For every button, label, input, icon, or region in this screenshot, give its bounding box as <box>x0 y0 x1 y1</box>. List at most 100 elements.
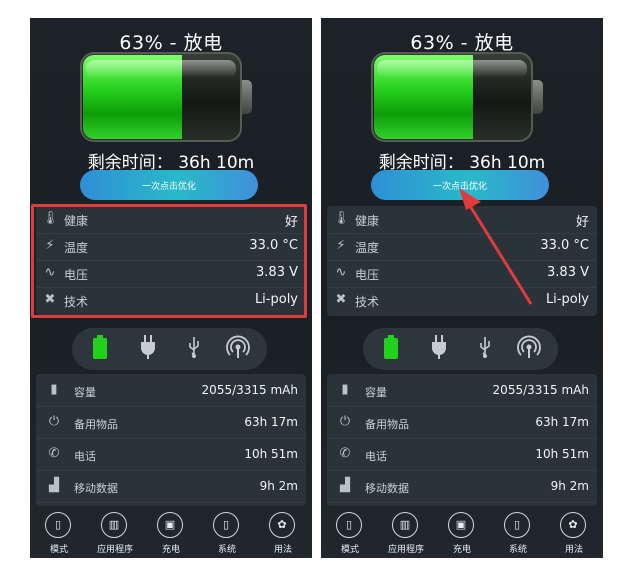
nav-label: 应用程序 <box>96 545 133 555</box>
phone-screen-left: 63% - 放电 剩余时间： 36h 10m 一次点击优化 🌡 健康 好 ⚡ 温… <box>30 18 312 558</box>
stat-value: 10h 51m <box>535 447 589 461</box>
nav-system[interactable]: ▯ 系统 <box>200 512 254 558</box>
phone-icon: ✆ <box>339 446 351 461</box>
phone-screen-right: 63% - 放电 剩余时间： 36h 10m 一次点击优化 🌡 健康 好 ⚡ 温… <box>321 18 603 558</box>
battery-cap <box>242 80 252 114</box>
stat-row-capacity: ▮ 容量 2055/3315 mAh <box>36 374 306 407</box>
stat-row-phone: ✆ 电话 10h 51m <box>327 438 597 471</box>
nav-apps[interactable]: ▥ 应用程序 <box>88 512 142 558</box>
stat-value: 63h 17m <box>535 415 589 429</box>
info-label: 健康 <box>355 214 380 228</box>
mode-icon: ▯ <box>336 512 362 538</box>
stat-row-capacity: ▮ 容量 2055/3315 mAh <box>327 374 597 407</box>
system-icon: ▯ <box>504 512 530 538</box>
nav-label: 应用程序 <box>387 545 424 555</box>
nav-mode[interactable]: ▯ 模式 <box>32 512 86 558</box>
info-value: 33.0 °C <box>540 238 589 253</box>
nav-usage[interactable]: ✿ 用法 <box>547 512 601 558</box>
info-label: 技术 <box>355 295 380 309</box>
phone-icon: ✆ <box>48 446 60 461</box>
battery-small-icon: ▮ <box>341 382 349 397</box>
nav-system[interactable]: ▯ 系统 <box>491 512 545 558</box>
info-row-temperature: ⚡ 温度 33.0 °C <box>327 233 597 261</box>
info-row-voltage: ∿ 电压 3.83 V <box>327 260 597 288</box>
stat-row-mobile-data: ▟ 移动数据 9h 2m <box>36 470 306 503</box>
nav-apps[interactable]: ▥ 应用程序 <box>379 512 433 558</box>
stat-value: 2055/3315 mAh <box>492 383 589 397</box>
stat-value: 9h 2m <box>259 479 298 493</box>
stat-label: 容量 <box>74 386 96 399</box>
optimize-button[interactable]: 一次点击优化 <box>80 170 258 200</box>
stat-label: 容量 <box>365 386 387 399</box>
info-row-technology: ✖ 技术 Li-poly <box>327 287 597 314</box>
usage-icon: ✿ <box>269 512 295 538</box>
nav-mode[interactable]: ▯ 模式 <box>323 512 377 558</box>
battery-gloss <box>86 60 236 78</box>
battery-icon[interactable] <box>377 335 405 363</box>
power-source-selector <box>72 328 267 370</box>
stat-label: 备用物品 <box>74 418 118 431</box>
battery-icon[interactable] <box>86 335 114 363</box>
info-value: 好 <box>575 215 589 230</box>
info-label: 温度 <box>355 241 380 255</box>
plug-icon[interactable] <box>134 335 162 363</box>
stat-value: 9h 2m <box>550 479 589 493</box>
stat-label: 电话 <box>365 450 387 463</box>
bolt-icon: ⚡ <box>336 238 346 253</box>
usb-icon[interactable] <box>471 335 499 363</box>
battery-graphic <box>80 52 242 142</box>
battery-status-title: 63% - 放电 <box>410 32 514 54</box>
nav-label: 系统 <box>508 545 527 555</box>
mode-icon: ▯ <box>45 512 71 538</box>
charge-icon: ▣ <box>157 512 183 538</box>
wireless-icon[interactable] <box>224 335 252 363</box>
usage-icon: ✿ <box>560 512 586 538</box>
highlight-box <box>31 204 307 318</box>
nav-label: 系统 <box>217 545 236 555</box>
plug-icon[interactable] <box>425 335 453 363</box>
nav-label: 充电 <box>452 545 471 555</box>
bottom-navigation: ▯ 模式 ▥ 应用程序 ▣ 充电 ▯ 系统 ✿ 用法 <box>321 512 603 558</box>
system-icon: ▯ <box>213 512 239 538</box>
usage-stats-list: ▮ 容量 2055/3315 mAh ⏻ 备用物品 63h 17m ✆ 电话 1… <box>327 374 597 506</box>
info-value: 3.83 V <box>547 265 589 280</box>
apps-icon: ▥ <box>392 512 418 538</box>
nav-label: 用法 <box>273 545 292 555</box>
info-value: Li-poly <box>545 292 589 307</box>
usb-icon[interactable] <box>180 335 208 363</box>
nav-charge[interactable]: ▣ 充电 <box>435 512 489 558</box>
usage-stats-list: ▮ 容量 2055/3315 mAh ⏻ 备用物品 63h 17m ✆ 电话 1… <box>36 374 306 506</box>
nav-label: 用法 <box>564 545 583 555</box>
signal-icon: ▟ <box>49 478 59 493</box>
stat-label: 移动数据 <box>74 482 118 495</box>
stat-row-standby: ⏻ 备用物品 63h 17m <box>36 406 306 439</box>
power-source-selector <box>363 328 558 370</box>
power-icon: ⏻ <box>48 414 60 429</box>
bottom-navigation: ▯ 模式 ▥ 应用程序 ▣ 充电 ▯ 系统 ✿ 用法 <box>30 512 312 558</box>
stat-row-standby: ⏻ 备用物品 63h 17m <box>327 406 597 439</box>
stat-label: 电话 <box>74 450 96 463</box>
stat-value: 10h 51m <box>244 447 298 461</box>
optimize-button[interactable]: 一次点击优化 <box>371 170 549 200</box>
battery-small-icon: ▮ <box>50 382 58 397</box>
nav-label: 模式 <box>49 545 68 555</box>
nav-label: 充电 <box>161 545 180 555</box>
pulse-icon: ∿ <box>335 265 347 280</box>
stat-value: 63h 17m <box>244 415 298 429</box>
battery-cap <box>533 80 543 114</box>
nav-usage[interactable]: ✿ 用法 <box>256 512 310 558</box>
stat-label: 移动数据 <box>365 482 409 495</box>
signal-icon: ▟ <box>340 478 350 493</box>
battery-gloss <box>377 60 527 78</box>
thermometer-icon: 🌡 <box>333 211 350 226</box>
battery-status-title: 63% - 放电 <box>119 32 223 54</box>
nav-charge[interactable]: ▣ 充电 <box>144 512 198 558</box>
stat-row-mobile-data: ▟ 移动数据 9h 2m <box>327 470 597 503</box>
wireless-icon[interactable] <box>515 335 543 363</box>
stat-value: 2055/3315 mAh <box>201 383 298 397</box>
battery-info-list: 🌡 健康 好 ⚡ 温度 33.0 °C ∿ 电压 3.83 V ✖ 技术 Li-… <box>327 206 597 316</box>
info-row-health: 🌡 健康 好 <box>327 206 597 234</box>
nav-label: 模式 <box>340 545 359 555</box>
power-icon: ⏻ <box>339 414 351 429</box>
info-label: 电压 <box>355 268 380 282</box>
